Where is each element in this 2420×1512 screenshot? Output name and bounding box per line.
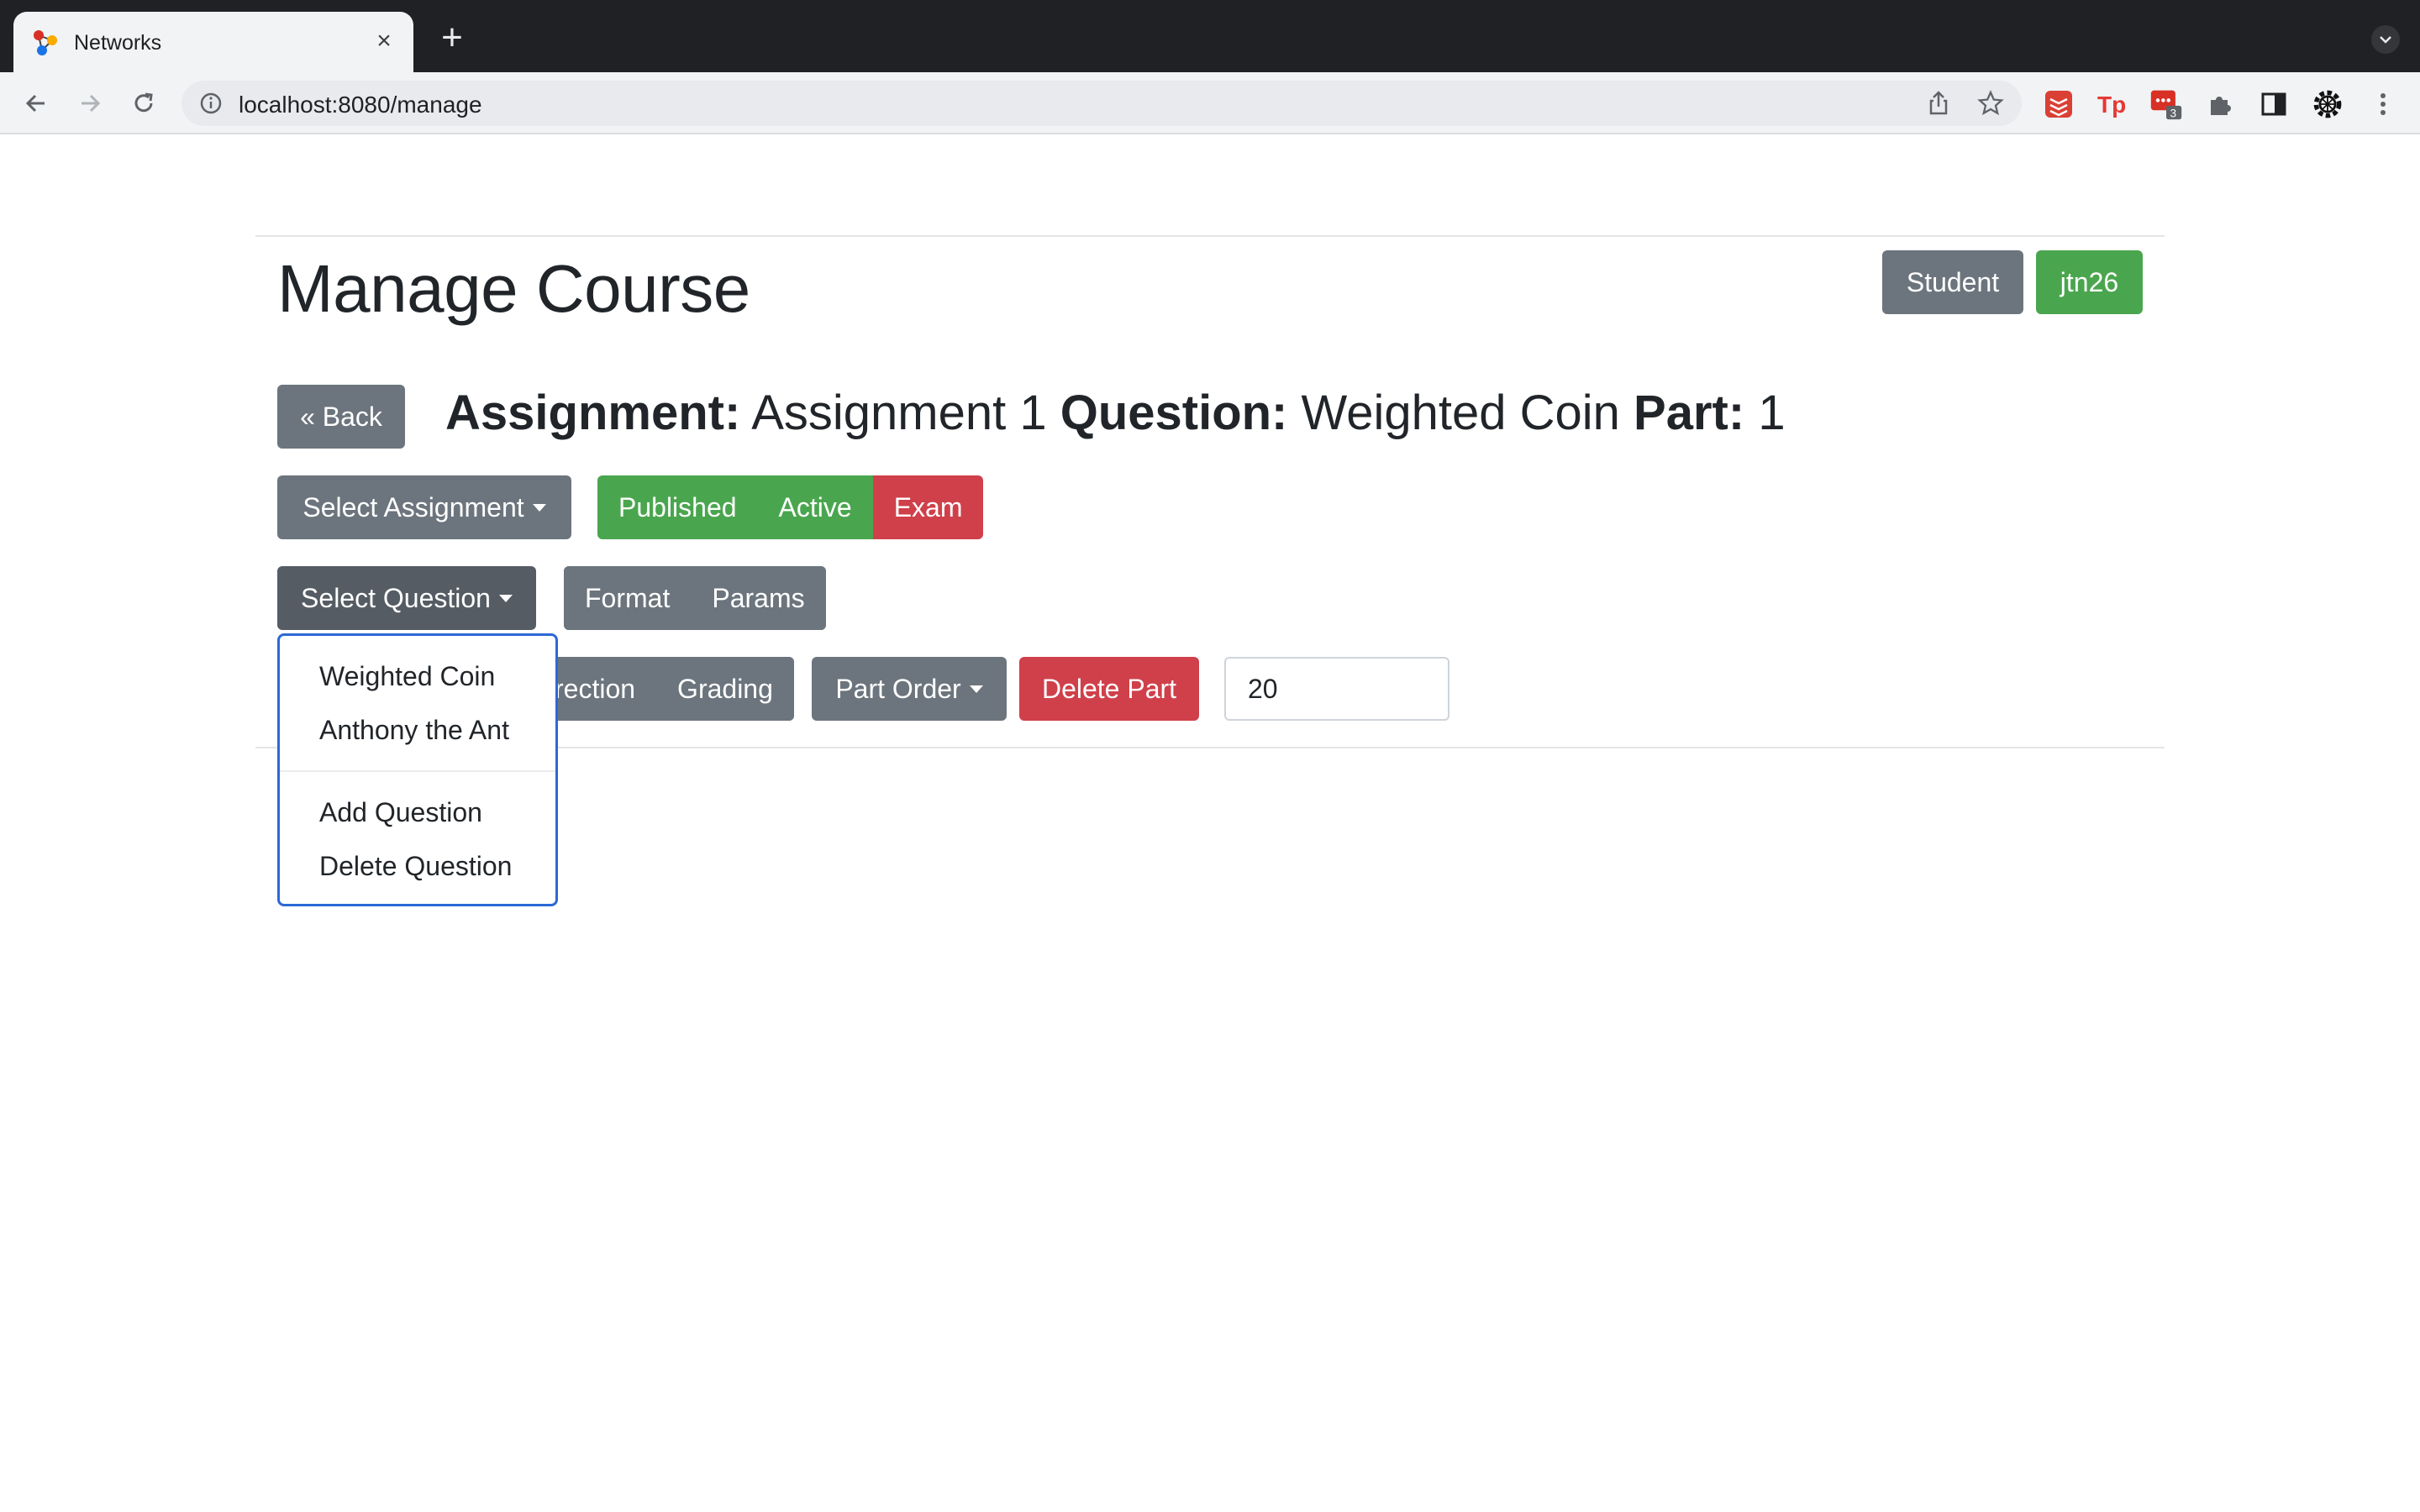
select-question-menu: Weighted Coin Anthony the Ant Add Questi… xyxy=(277,633,558,906)
part-value: 1 xyxy=(1758,386,1786,440)
browser-tab[interactable]: Networks × xyxy=(13,12,413,72)
extension-badge: 3 xyxy=(2170,107,2177,119)
active-toggle[interactable]: Active xyxy=(757,475,873,539)
delete-question-item[interactable]: Delete Question xyxy=(319,851,512,882)
settings-gear-icon[interactable] xyxy=(2311,87,2344,121)
bookmark-star-icon[interactable] xyxy=(1976,89,2005,118)
question-menu-item[interactable]: Anthony the Ant xyxy=(319,715,509,746)
close-tab-icon[interactable]: × xyxy=(370,27,398,55)
share-icon[interactable] xyxy=(1924,89,1953,118)
browser-menu-icon[interactable] xyxy=(2366,87,2400,121)
back-button[interactable]: « Back xyxy=(277,385,405,449)
back-arrow-icon[interactable] xyxy=(17,84,55,123)
todoist-extension-icon[interactable] xyxy=(2042,87,2075,121)
exam-toggle[interactable]: Exam xyxy=(872,475,984,539)
part-order-label: Part Order xyxy=(835,674,961,704)
networks-favicon-icon xyxy=(34,30,57,55)
page-title: Manage Course xyxy=(277,251,750,326)
select-assignment-dropdown[interactable]: Select Assignment xyxy=(277,475,571,539)
browser-tab-strip: Networks × + xyxy=(0,0,2420,72)
site-info-icon[interactable] xyxy=(198,91,224,116)
messages-extension-icon[interactable]: 3 xyxy=(2149,87,2183,121)
part-order-dropdown[interactable]: Part Order xyxy=(812,657,1007,721)
question-value: Weighted Coin xyxy=(1301,386,1620,440)
svg-text:Tp: Tp xyxy=(2097,92,2126,118)
extensions-puzzle-icon[interactable] xyxy=(2203,87,2237,121)
params-button[interactable]: Params xyxy=(691,566,826,630)
reload-icon[interactable] xyxy=(124,84,163,123)
part-label: Part: xyxy=(1634,386,1745,440)
url-text: localhost:8080/manage xyxy=(239,92,482,118)
question-label: Question: xyxy=(1060,386,1288,440)
points-input[interactable]: 20 xyxy=(1224,657,1449,721)
assignment-label: Assignment: xyxy=(445,386,741,440)
tab-title: Networks xyxy=(74,31,162,55)
format-button[interactable]: Format xyxy=(564,566,692,630)
forward-arrow-icon[interactable] xyxy=(71,84,109,123)
address-bar[interactable]: localhost:8080/manage xyxy=(182,81,2022,126)
delete-part-button[interactable]: Delete Part xyxy=(1019,657,1199,721)
select-assignment-label: Select Assignment xyxy=(302,492,524,522)
header-divider xyxy=(255,235,2165,237)
add-question-item[interactable]: Add Question xyxy=(319,797,482,828)
select-question-dropdown[interactable]: Select Question xyxy=(277,566,536,630)
assignment-status-group: Published Active Exam xyxy=(597,475,984,539)
menu-divider xyxy=(280,770,555,772)
grading-button[interactable]: Grading xyxy=(656,657,794,721)
assignment-value: Assignment 1 xyxy=(751,386,1047,440)
question-tools-group: Format Params xyxy=(564,566,826,630)
tab-search-chevron-icon[interactable] xyxy=(2371,25,2400,54)
current-selection-heading: Assignment: Assignment 1 Question: Weigh… xyxy=(445,385,1786,441)
side-panel-icon[interactable] xyxy=(2257,87,2291,121)
published-toggle[interactable]: Published xyxy=(597,475,758,539)
tp-extension-icon[interactable]: Tp xyxy=(2096,87,2129,121)
question-menu-item[interactable]: Weighted Coin xyxy=(319,661,495,692)
new-tab-icon[interactable]: + xyxy=(435,19,469,56)
browser-toolbar: localhost:8080/manage Tp 3 xyxy=(0,72,2420,134)
student-view-button[interactable]: Student xyxy=(1882,250,2023,314)
user-button[interactable]: jtn26 xyxy=(2036,250,2143,314)
select-question-label: Select Question xyxy=(301,583,491,613)
